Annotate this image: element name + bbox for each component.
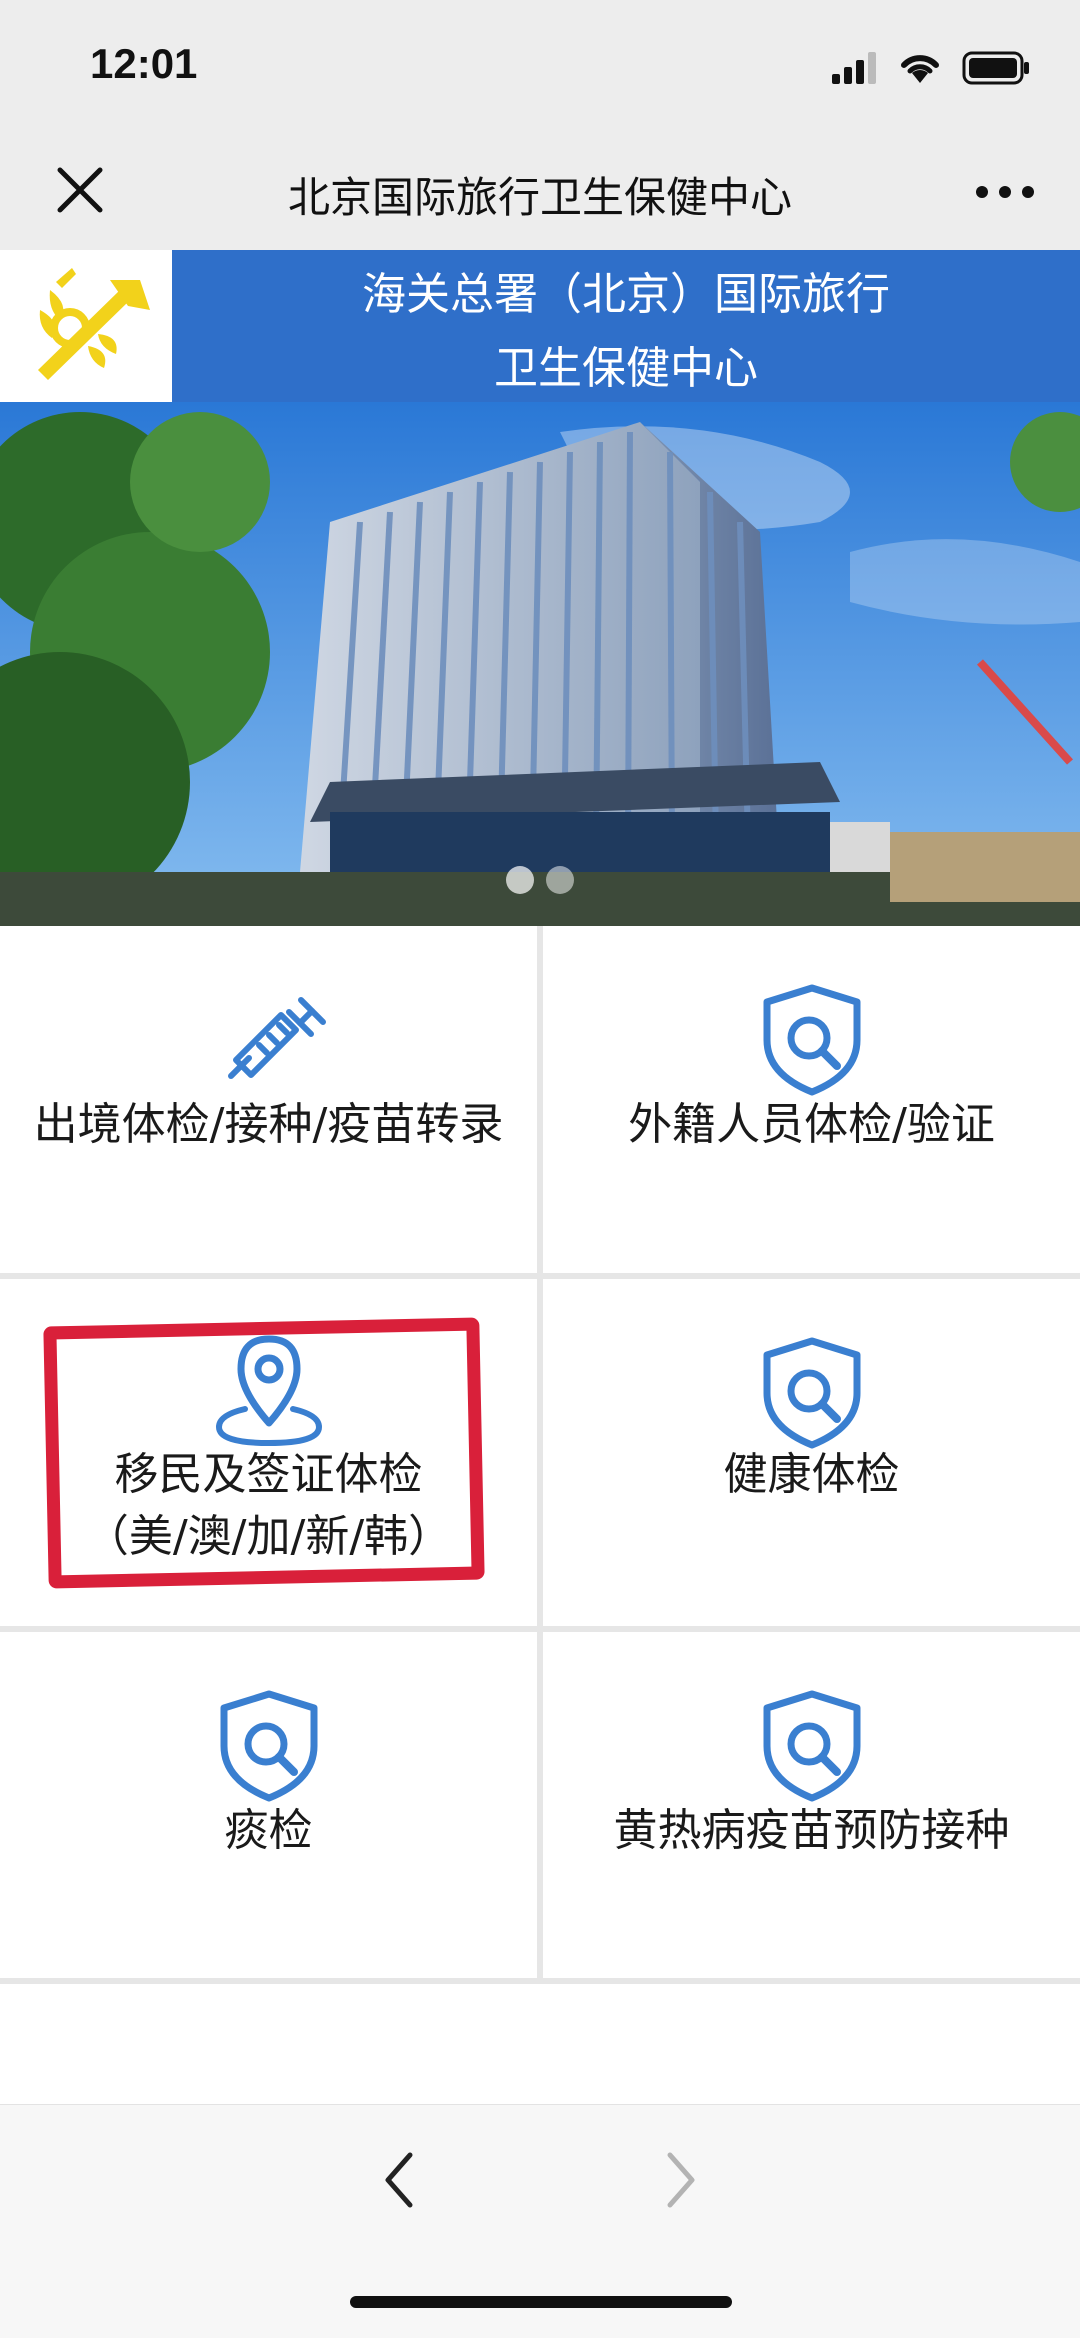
battery-icon bbox=[962, 51, 1029, 85]
shield-search-icon bbox=[763, 1337, 860, 1449]
service-health-checkup[interactable]: 健康体检 bbox=[543, 1279, 1080, 1626]
banner-carousel[interactable] bbox=[0, 402, 1080, 926]
page-title: 北京国际旅行卫生保健中心 bbox=[287, 173, 792, 222]
org-title: 海关总署（北京）国际旅行 卫生保健中心 bbox=[172, 258, 1080, 406]
more-icon bbox=[976, 186, 1034, 198]
service-yellow-fever-vaccine[interactable]: 黄热病疫苗预防接种 bbox=[543, 1632, 1080, 1978]
org-title-line1: 海关总署（北京）国际旅行 bbox=[362, 269, 890, 320]
wifi-icon bbox=[901, 55, 939, 83]
org-title-line2: 卫生保健中心 bbox=[494, 343, 758, 394]
shield-search-icon bbox=[763, 1690, 860, 1802]
syringe-icon bbox=[227, 997, 326, 1079]
org-header: 海关总署（北京）国际旅行 卫生保健中心 bbox=[0, 250, 1080, 402]
status-time: 12:01 bbox=[90, 40, 198, 87]
home-indicator[interactable] bbox=[350, 2296, 732, 2308]
nav-bar: 北京国际旅行卫生保健中心 bbox=[0, 140, 1080, 250]
status-icons bbox=[832, 48, 1030, 88]
service-label: 黄热病疫苗预防接种 bbox=[613, 1805, 1010, 1856]
shield-search-icon bbox=[763, 984, 860, 1096]
location-pin-icon bbox=[215, 1335, 322, 1447]
grid-divider-horizontal-3 bbox=[0, 1978, 1080, 1984]
service-label: 健康体检 bbox=[723, 1449, 900, 1500]
customs-logo bbox=[0, 250, 172, 402]
service-immigration-visa-exam[interactable]: 移民及签证体检 （美/澳/加/新/韩） bbox=[0, 1279, 537, 1626]
service-label: 移民及签证体检 bbox=[114, 1449, 423, 1500]
chevron-left-icon bbox=[385, 2152, 413, 2208]
more-button[interactable] bbox=[970, 162, 1040, 222]
service-foreigner-exam[interactable]: 外籍人员体检/验证 bbox=[543, 926, 1080, 1273]
cellular-signal-icon bbox=[832, 52, 876, 84]
building-photo bbox=[0, 402, 1080, 926]
service-outbound-exam[interactable]: 出境体检/接种/疫苗转录 bbox=[0, 926, 537, 1273]
carousel-dot-2 bbox=[546, 866, 574, 894]
shield-search-icon bbox=[220, 1690, 317, 1802]
status-bar: 12:01 bbox=[0, 0, 1080, 140]
service-sputum-test[interactable]: 痰检 bbox=[0, 1632, 537, 1978]
chevron-right-icon bbox=[667, 2152, 695, 2208]
service-label: 痰检 bbox=[224, 1805, 313, 1856]
services-grid: 出境体检/接种/疫苗转录 外籍人员体检/验证 移民及签证体检 （美/澳/加/新/… bbox=[0, 926, 1080, 1984]
carousel-dot-1 bbox=[506, 866, 534, 894]
forward-button[interactable] bbox=[650, 2145, 710, 2215]
back-button[interactable] bbox=[370, 2145, 430, 2215]
service-label: 外籍人员体检/验证 bbox=[628, 1099, 995, 1150]
service-label: 出境体检/接种/疫苗转录 bbox=[33, 1099, 504, 1150]
customs-emblem-icon bbox=[38, 268, 150, 380]
service-sublabel: （美/澳/加/新/韩） bbox=[84, 1511, 453, 1562]
